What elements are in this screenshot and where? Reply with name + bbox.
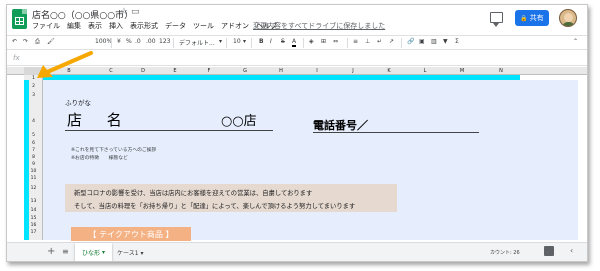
italic-button[interactable]: I (270, 38, 272, 45)
column-header-i[interactable]: I (299, 67, 335, 75)
paint-format-icon[interactable]: 🖌 (47, 38, 55, 45)
print-icon[interactable]: ⎙ (35, 38, 40, 46)
menu-bar: ファイル 編集 表示 挿入 表示形式 データ ツール アドオン ヘルプ (32, 21, 277, 31)
column-header-h[interactable]: H (263, 67, 299, 75)
star-icon[interactable]: ☆ (120, 7, 128, 17)
column-header-f[interactable]: F (191, 67, 227, 75)
chevron-down-icon[interactable]: ▾ (243, 38, 246, 45)
text-wrap-icon[interactable]: ↵ (377, 38, 382, 45)
chevron-down-icon: ▾ (140, 250, 144, 257)
insert-chart-icon[interactable]: ▥ (431, 38, 437, 45)
undo-icon[interactable]: ↶ (12, 38, 17, 45)
merge-cells-icon[interactable]: ⇔ (333, 38, 338, 45)
phone-label[interactable]: 電話番号／ (313, 117, 368, 133)
horizontal-align-icon[interactable]: ≡ (353, 38, 358, 45)
column-header-e[interactable]: E (159, 67, 191, 75)
currency-button[interactable]: ¥ (117, 38, 121, 45)
store-suffix[interactable]: ○○店 (221, 110, 257, 129)
greeting-note[interactable]: ※これを見て下さっている方へのご挨拶 (71, 146, 156, 153)
menu-data[interactable]: データ (165, 21, 186, 31)
text-color-button[interactable]: A (292, 38, 297, 47)
functions-icon[interactable]: Σ (455, 38, 459, 45)
add-sheet-icon[interactable]: + (47, 246, 55, 257)
menu-tools[interactable]: ツール (193, 21, 214, 31)
tab-template[interactable]: ひな形 ▾ (75, 243, 112, 261)
all-sheets-icon[interactable]: ≡ (62, 247, 69, 256)
fill-color-icon[interactable]: ◈ (309, 38, 314, 45)
borders-icon[interactable]: ⊞ (321, 38, 326, 45)
bold-button[interactable]: B (259, 38, 264, 45)
menu-format[interactable]: 表示形式 (130, 21, 158, 31)
comment-history-icon[interactable] (490, 12, 503, 27)
sheets-logo-icon[interactable] (12, 9, 27, 29)
document-title[interactable]: 店名○○（○○県○○市） (32, 8, 133, 21)
spreadsheet-window: 店名○○（○○県○○市） ☆ ▭ ファイル 編集 表示 挿入 表示形式 データ … (6, 4, 588, 262)
column-header-k[interactable]: K (371, 67, 407, 75)
column-header-j[interactable]: J (335, 67, 371, 75)
chevron-down-icon: ▾ (102, 248, 106, 256)
column-header-g[interactable]: G (227, 67, 263, 75)
tab-label: ケース1 (117, 250, 139, 257)
message-line-2: そして、当店の料理を「お持ち帰り」と「配達」によって、楽しんで頂けるよう努力して… (74, 203, 356, 210)
column-header-n[interactable]: N (481, 67, 521, 75)
column-header-c[interactable]: C (95, 67, 127, 75)
explore-icon[interactable] (544, 246, 554, 256)
fx-icon: fx (13, 54, 20, 62)
chevron-down-icon[interactable]: ▾ (219, 38, 222, 45)
filter-icon[interactable]: ▼ (443, 38, 448, 45)
redo-icon[interactable]: ↷ (23, 38, 28, 45)
store-name-underline (65, 130, 273, 131)
font-select[interactable]: デフォルト... (179, 38, 215, 47)
insert-comment-icon[interactable]: ▣ (419, 38, 425, 45)
menu-addons[interactable]: アドオン (221, 21, 249, 31)
menu-insert[interactable]: 挿入 (109, 21, 123, 31)
title-bar: 店名○○（○○県○○市） ☆ ▭ ファイル 編集 表示 挿入 表示形式 データ … (7, 5, 587, 35)
sheet-tab-bar: + ≡ ひな形 ▾ ケース1 ▾ カウント: 26 ‹ (7, 242, 587, 261)
decrease-decimal-button[interactable]: .0 (135, 38, 141, 45)
column-header-d[interactable]: D (127, 67, 159, 75)
furigana-label[interactable]: ふりがな (65, 97, 91, 107)
menu-file[interactable]: ファイル (32, 21, 60, 31)
phone-underline (313, 132, 479, 133)
tab-label: ひな形 (81, 249, 100, 257)
column-header-m[interactable]: M (443, 67, 481, 75)
annotation-arrow-icon (37, 51, 93, 78)
column-header-l[interactable]: L (407, 67, 443, 75)
tab-case-1[interactable]: ケース1 ▾ (117, 248, 143, 257)
percent-button[interactable]: % (126, 38, 132, 45)
menu-view[interactable]: 表示 (88, 21, 102, 31)
increase-decimal-button[interactable]: .00 (146, 38, 156, 45)
side-panel-toggle-icon[interactable]: ‹ (570, 246, 573, 255)
lock-icon: 🔒 (520, 14, 528, 22)
collapse-toolbar-icon[interactable]: ⌃ (573, 38, 578, 45)
font-size-select[interactable]: 10 (233, 38, 241, 45)
takeout-heading[interactable]: 【 テイクアウト商品 】 (71, 227, 191, 241)
avatar[interactable] (559, 9, 577, 27)
vertical-align-icon[interactable]: ⊥ (365, 38, 370, 45)
features-note[interactable]: ※お店の特徴 様態など (71, 154, 128, 161)
highlight-row-band (43, 75, 520, 80)
count-summary[interactable]: カウント: 26 (490, 249, 520, 256)
insert-link-icon[interactable]: 🔗 (407, 38, 414, 45)
share-button[interactable]: 🔒 共有 (515, 10, 549, 26)
save-status[interactable]: 変更内容をすべてドライブに保存しました (253, 21, 385, 31)
message-line-1: 新型コロナの影響を受け、当店は店内にお客様を迎えての営業は、自粛しております (74, 190, 313, 197)
folder-icon[interactable]: ▭ (131, 7, 140, 17)
number-format-button[interactable]: 123 (159, 38, 170, 45)
store-name[interactable]: 店 名 (67, 109, 132, 130)
strikethrough-button[interactable]: S (281, 38, 285, 45)
toolbar: ↶ ↷ ⎙ 🖌 100% ¥ % .0 .00 123 デフォルト... ▾ 1… (7, 35, 587, 50)
share-label: 共有 (529, 14, 544, 22)
text-rotation-icon[interactable]: ↗ (389, 38, 394, 45)
menu-edit[interactable]: 編集 (67, 21, 81, 31)
highlight-column-band (24, 80, 29, 240)
zoom-select[interactable]: 100% (95, 38, 112, 45)
